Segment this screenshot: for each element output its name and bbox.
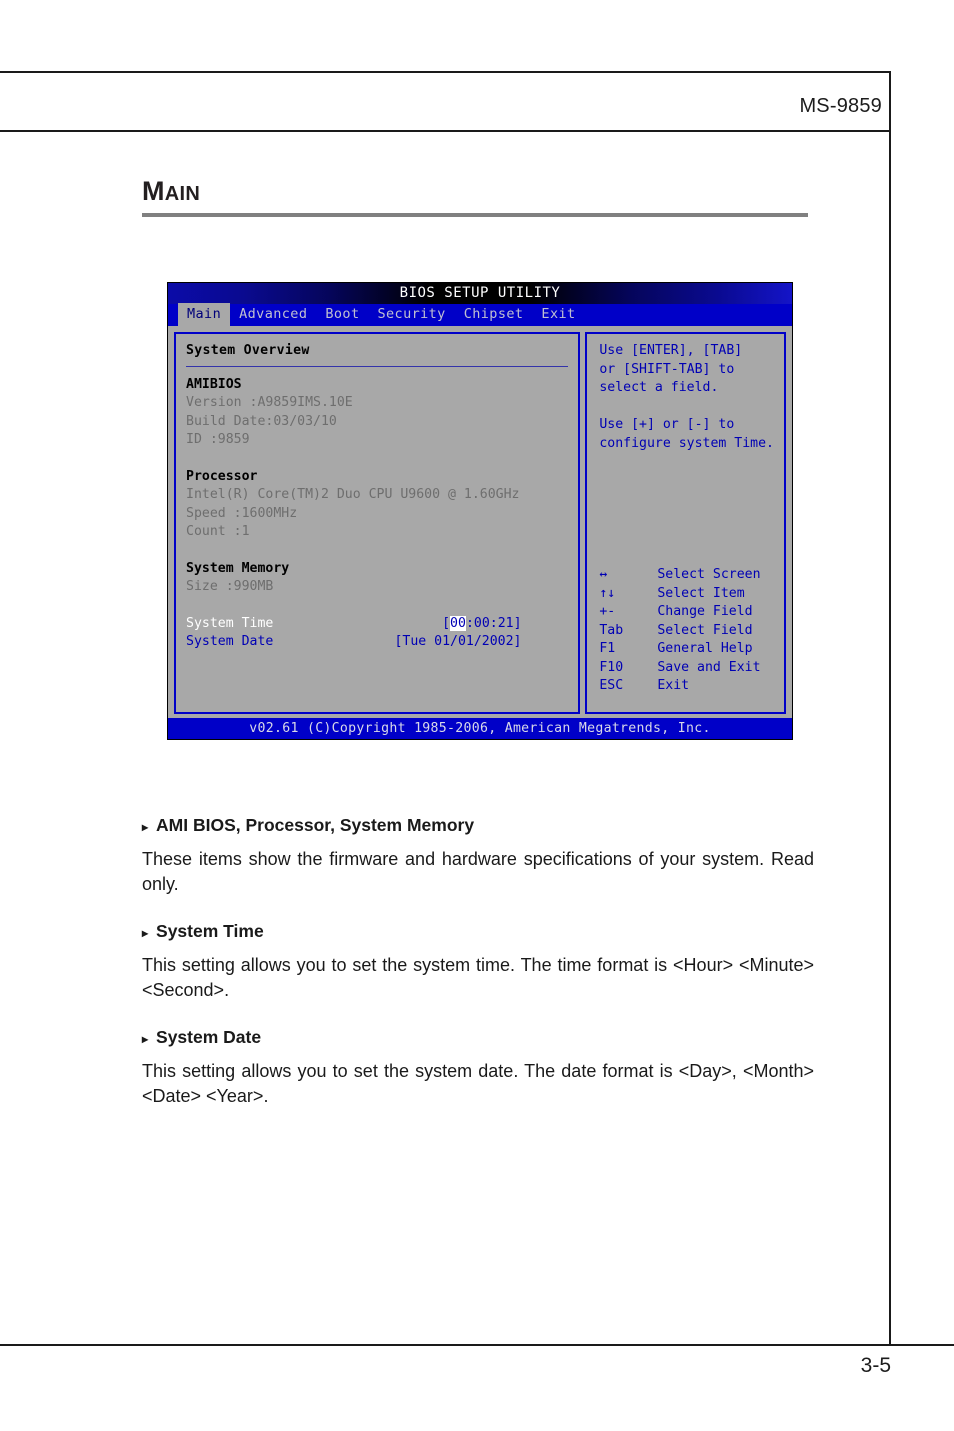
bios-tab-boot[interactable]: Boot xyxy=(316,303,368,327)
bullet-icon: ▸ xyxy=(142,820,149,834)
description-section: ▸ AMI BIOS, Processor, System Memory The… xyxy=(142,815,814,1109)
bios-tab-security[interactable]: Security xyxy=(368,303,454,327)
heading-text: AMI BIOS, Processor, System Memory xyxy=(156,815,475,835)
value-suffix: :00:21] xyxy=(465,615,522,631)
help-line: or [SHIFT-TAB] to xyxy=(599,361,735,377)
group-line: Build Date:03/03/10 xyxy=(186,413,337,429)
bios-key-legend: ↔ Select Screen ↑↓ Select Item +- Change… xyxy=(599,566,774,696)
section-heading-rule xyxy=(142,213,808,217)
key-action: Change Field xyxy=(657,604,753,619)
system-overview-title: System Overview xyxy=(186,343,310,358)
section-heading: MAIN xyxy=(142,178,808,217)
bios-setup-screenshot: BIOS SETUP UTILITY Main Advanced Boot Se… xyxy=(168,283,792,739)
field-value[interactable]: [00:00:21] xyxy=(442,615,567,634)
description-heading-system-date: ▸ System Date xyxy=(142,1027,814,1048)
key-glyph-plus-minus: +- xyxy=(599,604,616,619)
bios-left-panel: System Overview AMIBIOS Version :A9859IM… xyxy=(174,332,580,714)
bios-group-system-memory: System Memory Size :990MB xyxy=(186,560,568,597)
description-heading-system-time: ▸ System Time xyxy=(142,921,814,942)
key-glyph-left-right-arrow-icon: ↔ xyxy=(599,567,608,582)
bios-title-bar: BIOS SETUP UTILITY xyxy=(168,283,792,304)
bullet-icon: ▸ xyxy=(142,926,149,940)
key-glyph-up-down-arrow-icon: ↑↓ xyxy=(599,585,616,601)
key-legend-row: +- Change Field xyxy=(599,603,774,622)
key-legend-row: F10 Save and Exit xyxy=(599,659,774,678)
help-line: configure system Time. xyxy=(599,435,774,451)
value-prefix: [ xyxy=(442,615,451,631)
bios-footer-copyright: v02.61 (C)Copyright 1985-2006, American … xyxy=(168,718,792,739)
group-title: System Memory xyxy=(186,560,290,576)
key-glyph-tab: Tab xyxy=(599,622,624,638)
key-legend-row: F1 General Help xyxy=(599,640,774,659)
bios-tab-chipset[interactable]: Chipset xyxy=(455,303,533,327)
key-legend-row: Tab Select Field xyxy=(599,622,774,641)
page-header-rule xyxy=(0,130,891,132)
heading-text: System Time xyxy=(156,921,264,941)
key-glyph-f10: F10 xyxy=(599,659,624,675)
key-action: Select Screen xyxy=(657,567,761,582)
key-action: Select Item xyxy=(657,585,745,601)
field-value[interactable]: [Tue 01/01/2002] xyxy=(394,633,567,652)
group-line: Size :990MB xyxy=(186,579,274,594)
group-line: Version :A9859IMS.10E xyxy=(186,395,353,410)
bios-help-panel: Use [ENTER], [TAB] or [SHIFT-TAB] to sel… xyxy=(585,332,786,714)
key-action: Select Field xyxy=(657,622,753,638)
field-label: System Date xyxy=(186,634,274,649)
key-legend-row: ↑↓ Select Item xyxy=(599,585,774,604)
key-action: General Help xyxy=(657,641,753,656)
page-header-code: MS-9859 xyxy=(799,95,882,117)
key-action: Save and Exit xyxy=(657,659,761,675)
page-right-border xyxy=(889,71,891,1346)
key-glyph-f1: F1 xyxy=(599,641,616,656)
bios-tab-main[interactable]: Main xyxy=(178,303,231,327)
key-glyph-esc: ESC xyxy=(599,678,624,693)
bios-group-processor: Processor Intel(R) Core(TM)2 Duo CPU U96… xyxy=(186,468,568,542)
bios-field-system-time[interactable]: System Time [00:00:21] xyxy=(186,615,568,634)
page-title: MAIN xyxy=(142,178,808,205)
group-line: ID :9859 xyxy=(186,432,250,447)
page-bottom-rule xyxy=(0,1344,954,1346)
group-line: Count :1 xyxy=(186,524,250,539)
bios-body: System Overview AMIBIOS Version :A9859IM… xyxy=(168,326,792,718)
description-body-system-time: This setting allows you to set the syste… xyxy=(142,955,814,1000)
key-legend-row: ESC Exit xyxy=(599,677,774,696)
page-title-capital: M xyxy=(142,176,165,206)
group-line: Intel(R) Core(TM)2 Duo CPU U9600 @ 1.60G… xyxy=(186,487,520,502)
bullet-icon: ▸ xyxy=(142,1032,149,1046)
help-line: Use [ENTER], [TAB] xyxy=(599,343,743,358)
bios-menu-bar[interactable]: Main Advanced Boot Security Chipset Exit xyxy=(168,303,792,327)
bios-field-system-date[interactable]: System Date [Tue 01/01/2002] xyxy=(186,633,568,652)
heading-text: System Date xyxy=(156,1027,262,1047)
system-overview-underline xyxy=(186,365,568,367)
page-top-rule xyxy=(0,71,891,73)
page-number: 3-5 xyxy=(860,1354,891,1377)
help-line: Use [+] or [-] to xyxy=(599,417,735,432)
bios-group-amibios: AMIBIOS Version :A9859IMS.10E Build Date… xyxy=(186,376,568,450)
description-body-ami-bios: These items show the firmware and hardwa… xyxy=(142,849,814,894)
bios-tab-exit[interactable]: Exit xyxy=(532,303,584,327)
page-title-smallcaps: AIN xyxy=(164,183,201,205)
group-line: Speed :1600MHz xyxy=(186,505,298,521)
description-heading-ami-bios: ▸ AMI BIOS, Processor, System Memory xyxy=(142,815,814,836)
help-line: select a field. xyxy=(599,380,719,395)
value-cursor-hour[interactable]: 00 xyxy=(450,615,466,631)
bios-tab-advanced[interactable]: Advanced xyxy=(230,303,316,327)
group-title: AMIBIOS xyxy=(186,376,242,392)
field-label: System Time xyxy=(186,615,274,631)
description-body-system-date: This setting allows you to set the syste… xyxy=(142,1061,814,1106)
key-legend-row: ↔ Select Screen xyxy=(599,566,774,585)
key-action: Exit xyxy=(657,678,690,693)
group-title: Processor xyxy=(186,468,258,484)
